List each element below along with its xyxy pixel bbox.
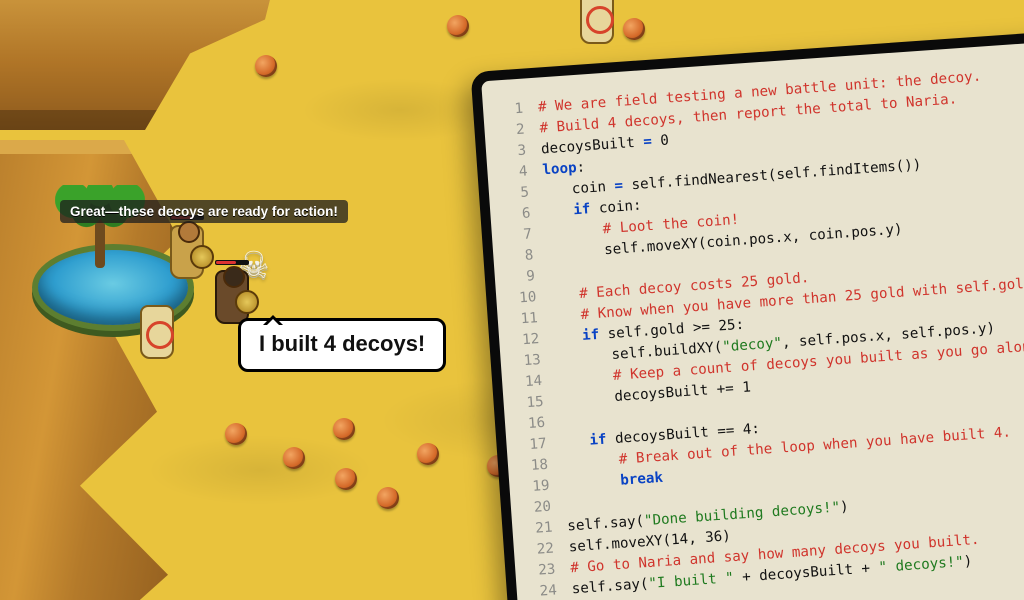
decoy-unit[interactable] bbox=[140, 305, 174, 359]
unit-head bbox=[178, 221, 200, 243]
hp-bar bbox=[215, 260, 249, 265]
coin bbox=[333, 418, 355, 440]
code-token: coin bbox=[571, 178, 615, 197]
palm-tree-icon bbox=[55, 185, 145, 265]
decoy-ring-icon bbox=[586, 6, 614, 34]
hero-unit[interactable] bbox=[215, 270, 249, 324]
coin bbox=[225, 423, 247, 445]
hero-speech-bubble: I built 4 decoys! bbox=[238, 318, 446, 372]
code-keyword: loop bbox=[542, 160, 577, 178]
coin bbox=[447, 15, 469, 37]
coin bbox=[623, 18, 645, 40]
code-token: self.say( bbox=[571, 576, 649, 597]
narration-banner: Great—these decoys are ready for action! bbox=[60, 200, 348, 223]
code-token: ) bbox=[840, 499, 850, 516]
decoy-unit[interactable] bbox=[580, 0, 614, 44]
code-keyword: if bbox=[573, 201, 591, 218]
code-token: : bbox=[576, 159, 586, 176]
code-token: 0 bbox=[651, 133, 669, 150]
code-keyword: if bbox=[589, 432, 607, 449]
coin bbox=[255, 55, 277, 77]
bones-decoration-icon: ☠ bbox=[240, 245, 304, 285]
code-editor-panel[interactable]: # We are field testing a new battle unit… bbox=[470, 30, 1024, 600]
code-keyword: break bbox=[620, 470, 664, 489]
coin bbox=[335, 468, 357, 490]
coin bbox=[417, 443, 439, 465]
code-keyword: if bbox=[582, 327, 600, 344]
code-token: coin: bbox=[590, 198, 642, 218]
code-editor[interactable]: # We are field testing a new battle unit… bbox=[483, 61, 1024, 600]
game-screenshot: ☠ Great—these decoys are ready for actio… bbox=[0, 0, 1024, 600]
unit-head bbox=[223, 266, 245, 288]
coin bbox=[377, 487, 399, 509]
code-string: "decoy" bbox=[722, 335, 783, 355]
ally-naria[interactable] bbox=[170, 225, 204, 279]
decoy-ring-icon bbox=[146, 321, 174, 349]
code-string: " decoys!" bbox=[878, 554, 964, 576]
code-token: self.say( bbox=[567, 513, 645, 534]
coin bbox=[283, 447, 305, 469]
shield-icon bbox=[190, 245, 214, 269]
code-token: ) bbox=[963, 553, 973, 570]
code-string: "I built " bbox=[648, 570, 734, 592]
shield-icon bbox=[235, 290, 259, 314]
